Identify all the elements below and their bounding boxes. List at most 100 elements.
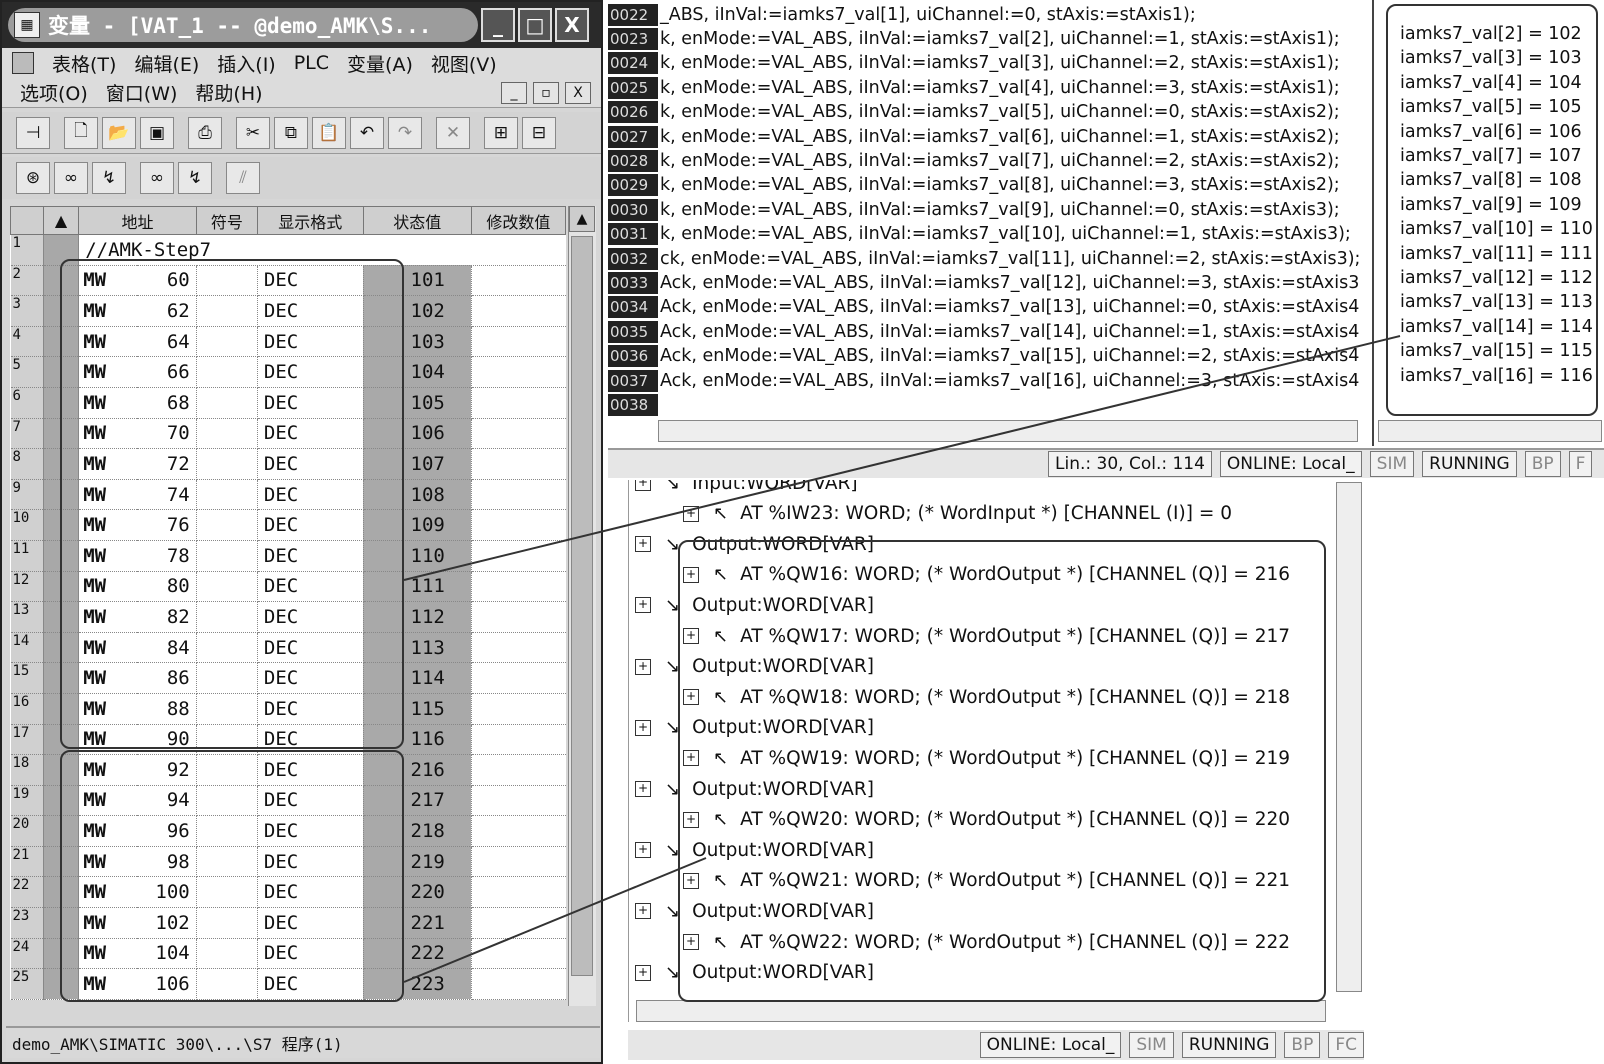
- tree-group-node[interactable]: + ↘ Output:WORD[VAR]: [635, 652, 874, 682]
- symbol-cell[interactable]: [196, 693, 258, 725]
- operand-cell[interactable]: MW: [78, 479, 138, 511]
- menu-table[interactable]: 表格(T): [52, 50, 116, 77]
- expand-icon[interactable]: +: [683, 566, 699, 583]
- watch-horizontal-scrollbar[interactable]: [1378, 420, 1602, 442]
- monitor-glasses-icon[interactable]: ∞: [54, 162, 88, 194]
- modify-value-cell[interactable]: [471, 326, 566, 358]
- address-cell[interactable]: 100: [137, 876, 197, 909]
- doc-icon[interactable]: [12, 52, 34, 74]
- symbol-cell[interactable]: [196, 601, 258, 633]
- code-line[interactable]: 0029 k, enMode:=VAL_ABS, iInVal:=iamks7_v…: [608, 173, 1340, 198]
- format-cell[interactable]: DEC: [257, 907, 364, 939]
- modify-value-cell[interactable]: [471, 846, 566, 878]
- address-cell[interactable]: 74: [137, 479, 197, 511]
- tree-leaf-node[interactable]: + ↖ AT %QW17: WORD; (* WordOutput *) [CHAN…: [683, 621, 1290, 651]
- address-cell[interactable]: 80: [137, 571, 197, 603]
- title-bar[interactable]: ▦ 变量 - [VAT_1 -- @demo_AMK\S... _ □ X: [2, 2, 601, 48]
- modify-once-icon[interactable]: ↯: [178, 162, 212, 194]
- modify-value-cell[interactable]: [471, 601, 566, 633]
- address-cell[interactable]: 102: [137, 907, 197, 939]
- format-cell[interactable]: DEC: [257, 754, 364, 786]
- table-row[interactable]: 8 MW 72 DEC 107: [10, 448, 566, 480]
- operand-cell[interactable]: MW: [78, 724, 138, 756]
- format-cell[interactable]: DEC: [257, 509, 364, 541]
- address-cell[interactable]: 104: [137, 938, 197, 970]
- format-cell[interactable]: DEC: [257, 265, 364, 297]
- symbol-cell[interactable]: [196, 418, 258, 450]
- address-cell[interactable]: 78: [137, 540, 197, 572]
- modify-value-cell[interactable]: [471, 815, 566, 847]
- code-line[interactable]: 0031 k, enMode:=VAL_ABS, iInVal:=iamks7_v…: [608, 222, 1351, 247]
- row-selector[interactable]: [43, 632, 80, 664]
- save-icon[interactable]: ▣: [140, 116, 174, 149]
- menu-insert[interactable]: 插入(I): [217, 50, 275, 77]
- tree-leaf-node[interactable]: + ↖ AT %IW23: WORD; (* WordInput *) [CHANN…: [683, 499, 1232, 529]
- format-cell[interactable]: DEC: [257, 815, 364, 847]
- row-selector[interactable]: [43, 234, 80, 266]
- symbol-cell[interactable]: [196, 968, 258, 1000]
- tree-horizontal-scrollbar[interactable]: [636, 1000, 1326, 1022]
- row-selector[interactable]: [43, 693, 80, 725]
- pin-icon[interactable]: ⊣: [16, 116, 50, 149]
- row-selector[interactable]: [43, 601, 80, 633]
- code-line[interactable]: 0024 k, enMode:=VAL_ABS, iInVal:=iamks7_v…: [608, 51, 1340, 76]
- row-selector[interactable]: [43, 356, 80, 388]
- symbol-cell[interactable]: [196, 754, 258, 786]
- column-display-format[interactable]: 显示格式: [256, 206, 364, 235]
- format-cell[interactable]: DEC: [257, 846, 364, 878]
- table-row[interactable]: 3 MW 62 DEC 102: [10, 295, 566, 327]
- format-cell[interactable]: DEC: [257, 540, 364, 572]
- modify-value-cell[interactable]: [471, 295, 566, 327]
- table-row[interactable]: 16 MW 88 DEC 115: [10, 693, 566, 725]
- scroll-thumb[interactable]: [571, 236, 593, 976]
- copy-icon[interactable]: ⧉: [274, 116, 308, 149]
- format-cell[interactable]: DEC: [257, 724, 364, 756]
- format-cell[interactable]: DEC: [257, 295, 364, 327]
- symbol-cell[interactable]: [196, 448, 258, 480]
- menu-edit[interactable]: 编辑(E): [134, 50, 199, 77]
- select-column-header[interactable]: ▲: [42, 206, 80, 235]
- row-selector[interactable]: [43, 295, 80, 327]
- expand-icon[interactable]: +: [683, 811, 699, 828]
- code-line[interactable]: 0034 Ack, enMode:=VAL_ABS, iInVal:=iamks7…: [608, 295, 1359, 320]
- monitor-trigger-icon[interactable]: ⊛: [16, 162, 50, 194]
- column-symbol[interactable]: 符号: [195, 206, 258, 235]
- address-cell[interactable]: 82: [137, 601, 197, 633]
- code-line[interactable]: 0023 k, enMode:=VAL_ABS, iInVal:=iamks7_v…: [608, 26, 1340, 51]
- address-cell[interactable]: 66: [137, 356, 197, 388]
- paste-icon[interactable]: 📋: [312, 116, 346, 149]
- row-selector[interactable]: [43, 724, 80, 756]
- modify-value-cell[interactable]: [471, 968, 566, 1000]
- tree-leaf-node[interactable]: + ↖ AT %QW20: WORD; (* WordOutput *) [CHAN…: [683, 805, 1290, 835]
- table-row[interactable]: 23 MW 102 DEC 221: [10, 907, 566, 939]
- code-line[interactable]: 0033 Ack, enMode:=VAL_ABS, iInVal:=iamks7…: [608, 270, 1359, 295]
- expand-icon[interactable]: +: [635, 658, 651, 675]
- symbol-cell[interactable]: [196, 509, 258, 541]
- expand-icon[interactable]: +: [635, 842, 651, 859]
- expand-icon[interactable]: +: [635, 964, 651, 981]
- format-cell[interactable]: DEC: [257, 938, 364, 970]
- symbol-cell[interactable]: [196, 540, 258, 572]
- tree-group-node[interactable]: + ↘ Output:WORD[VAR]: [635, 958, 874, 988]
- expand-icon[interactable]: +: [635, 903, 651, 920]
- modify-value-cell[interactable]: [471, 356, 566, 388]
- expand-icon[interactable]: +: [683, 934, 699, 950]
- code-line[interactable]: 0038: [608, 392, 660, 417]
- code-horizontal-scrollbar[interactable]: [658, 420, 1358, 442]
- table-row[interactable]: 7 MW 70 DEC 106: [10, 418, 566, 450]
- operand-cell[interactable]: MW: [78, 693, 138, 725]
- modify-value-cell[interactable]: [471, 693, 566, 725]
- tree-leaf-node[interactable]: + ↖ AT %QW18: WORD; (* WordOutput *) [CHAN…: [683, 682, 1290, 712]
- column-status-value[interactable]: 状态值: [362, 206, 472, 235]
- tree-group-node[interactable]: + ↘ Output:WORD[VAR]: [635, 713, 874, 743]
- modify-value-cell[interactable]: [471, 754, 566, 786]
- address-cell[interactable]: 86: [137, 662, 197, 694]
- operand-cell[interactable]: MW: [78, 418, 138, 450]
- tree-group-node[interactable]: + ↘ Output:WORD[VAR]: [635, 835, 874, 865]
- symbol-cell[interactable]: [196, 479, 258, 511]
- table-row[interactable]: 9 MW 74 DEC 108: [10, 479, 566, 511]
- format-cell[interactable]: DEC: [257, 785, 364, 817]
- symbol-cell[interactable]: [196, 387, 258, 419]
- code-line[interactable]: 0022 _ABS, iInVal:=iamks7_val[1], uiChann…: [608, 2, 1196, 27]
- table-row[interactable]: 1 //AMK-Step7: [10, 234, 566, 266]
